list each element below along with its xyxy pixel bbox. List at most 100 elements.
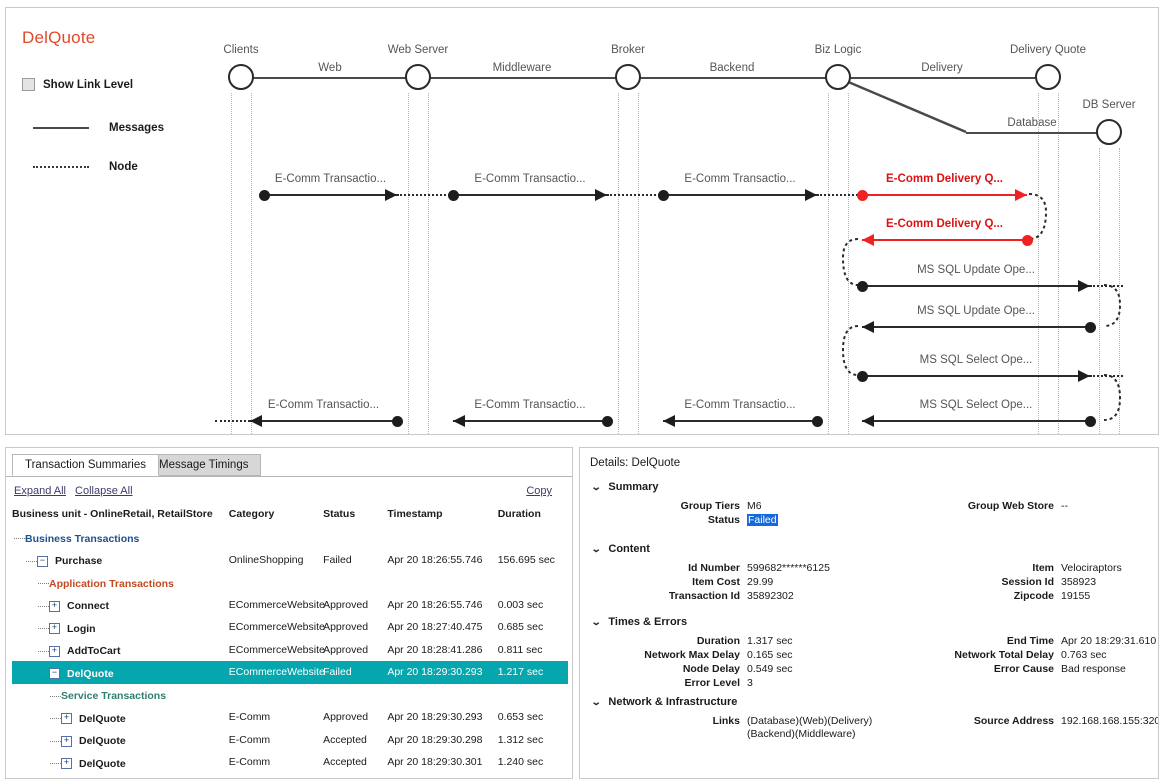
node-label-broker: Broker xyxy=(611,44,645,56)
message-arrowhead-2 xyxy=(805,188,817,201)
section-title: Network & Infrastructure xyxy=(608,696,738,708)
hop-connector-4 xyxy=(1090,375,1123,377)
message-line-10[interactable] xyxy=(453,420,607,422)
cell-name: + DelQuote xyxy=(12,751,229,774)
message-line-2[interactable] xyxy=(663,194,817,196)
hop-connector-1 xyxy=(607,194,663,196)
field-label: Error Level xyxy=(684,677,740,689)
field-value: (Database)(Web)(Delivery) (Backend)(Middl… xyxy=(747,715,873,741)
node-circle-broker[interactable] xyxy=(615,64,641,90)
tier-link-line-0 xyxy=(241,77,418,79)
message-line-5[interactable] xyxy=(862,285,1090,287)
sequence-diagram-panel: DelQuote Show Link Level Messages Node C… xyxy=(5,7,1159,435)
field-label: Item xyxy=(1032,562,1054,574)
table-group-row[interactable]: Business Transactions xyxy=(12,526,568,549)
tree-connector xyxy=(50,763,61,764)
cell-category: E-Comm xyxy=(228,756,271,769)
table-row[interactable]: − DelQuote ECommerceWebsite Failed Apr 20 18… xyxy=(12,661,568,684)
show-link-level-checkbox[interactable] xyxy=(22,78,35,91)
chevron-down-icon[interactable]: ⌄ xyxy=(591,482,602,493)
table-row[interactable]: + Connect ECommerceWebsite Approved Apr 20 1… xyxy=(12,594,568,617)
chevron-down-icon[interactable]: ⌄ xyxy=(591,617,602,628)
message-line-1[interactable] xyxy=(453,194,607,196)
node-circle-delivery[interactable] xyxy=(1035,64,1061,90)
section-header-times-errors[interactable]: ⌄ Times & Errors xyxy=(591,616,1148,628)
expand-node-icon[interactable]: + xyxy=(49,600,60,612)
lifeline-db xyxy=(1119,148,1120,434)
column-header-business-unit[interactable]: Business unit - OnlineRetail, RetailStor… xyxy=(12,506,229,526)
tree-connector xyxy=(38,628,49,629)
cell-duration: 1.217 sec xyxy=(497,661,568,684)
table-row[interactable]: + DelQuote E-Comm Accepted Apr 20 18:29:30.2… xyxy=(12,729,568,752)
field-label: Network Max Delay xyxy=(644,649,740,661)
table-row[interactable]: + DelQuote E-Comm Accepted Apr 20 18:29:30.3… xyxy=(12,751,568,774)
field-value: 29.99 xyxy=(747,576,774,588)
field-value: 0.165 sec xyxy=(747,649,793,661)
table-row[interactable]: + DelQuote E-Comm Approved Apr 20 18:29:30.2… xyxy=(12,706,568,729)
expand-node-icon[interactable]: + xyxy=(61,735,72,747)
column-header-category[interactable]: Category xyxy=(229,506,323,526)
copy-link[interactable]: Copy xyxy=(526,485,552,497)
message-arrowhead-0 xyxy=(385,188,397,201)
field-value: -- xyxy=(1061,500,1068,512)
table-row[interactable]: + Login ECommerceWebsite Approved Apr 20 18:… xyxy=(12,616,568,639)
table-group-row[interactable]: Application Transactions xyxy=(12,571,568,594)
expand-all-link[interactable]: Expand All xyxy=(14,485,66,497)
column-header-timestamp[interactable]: Timestamp xyxy=(387,506,497,526)
chevron-down-icon[interactable]: ⌄ xyxy=(591,697,602,708)
section-title: Content xyxy=(608,543,650,555)
table-row[interactable]: − Purchase OnlineShopping Failed Apr 20 18:2… xyxy=(12,549,568,572)
message-line-3[interactable] xyxy=(862,194,1027,196)
expand-node-icon[interactable]: + xyxy=(49,623,60,634)
message-line-8[interactable] xyxy=(862,420,1090,422)
message-line-11[interactable] xyxy=(250,420,397,422)
table-group-row[interactable]: Service Transactions xyxy=(12,684,568,707)
cell-timestamp: Apr 20 18:29:30.293 xyxy=(387,661,498,684)
hop-connector-5 xyxy=(215,420,250,422)
cell-timestamp: Apr 20 18:29:30.310 xyxy=(387,774,497,775)
group-label: Application Transactions xyxy=(49,577,174,590)
message-line-0[interactable] xyxy=(264,194,397,196)
node-circle-clients[interactable] xyxy=(228,64,254,90)
section-header-network-infrastructure[interactable]: ⌄ Network & Infrastructure xyxy=(591,696,1148,708)
chevron-down-icon[interactable]: ⌄ xyxy=(591,544,602,555)
collapse-node-icon[interactable]: − xyxy=(37,555,48,567)
link-label-3: Delivery xyxy=(921,62,963,74)
cell-name: + Connect xyxy=(12,594,229,617)
table-row[interactable]: +DelQuoteE-CommFailedApr 20 18:29:30.310… xyxy=(12,774,568,775)
show-link-level-checkbox-row[interactable]: Show Link Level xyxy=(22,78,133,91)
node-circle-db[interactable] xyxy=(1096,119,1122,145)
expand-node-icon[interactable]: + xyxy=(49,645,60,657)
tier-link-line-1 xyxy=(418,77,628,79)
message-line-9[interactable] xyxy=(663,420,817,422)
collapse-all-link[interactable]: Collapse All xyxy=(75,485,132,497)
cell-status: Accepted xyxy=(323,756,367,769)
section-header-content[interactable]: ⌄ Content xyxy=(591,543,1148,555)
table-row[interactable]: + AddToCart ECommerceWebsite Approved Apr 20… xyxy=(12,639,568,662)
column-header-duration[interactable]: Duration xyxy=(498,506,568,526)
tab-transaction-summaries[interactable]: Transaction Summaries xyxy=(12,454,160,476)
message-line-6[interactable] xyxy=(862,326,1090,328)
expand-node-icon[interactable]: + xyxy=(61,713,72,724)
message-line-7[interactable] xyxy=(862,375,1090,377)
cell-timestamp: Apr 20 18:28:41.286 xyxy=(387,643,483,656)
tab-message-timings[interactable]: Message Timings xyxy=(146,454,262,476)
expand-node-icon[interactable]: + xyxy=(61,758,72,769)
message-origin-dot-10 xyxy=(601,415,613,427)
node-circle-biz[interactable] xyxy=(825,64,851,90)
transaction-name: Purchase xyxy=(55,555,103,567)
collapse-node-icon[interactable]: − xyxy=(49,668,60,679)
group-label-cell: Service Transactions xyxy=(12,684,568,707)
message-origin-dot-9 xyxy=(811,415,823,427)
node-circle-web[interactable] xyxy=(405,64,431,90)
section-fields-summary: Group Tiers M6 Group Web Store -- Status Fail… xyxy=(600,500,1148,526)
section-header-summary[interactable]: ⌄ Summary xyxy=(591,481,1148,493)
column-header-status[interactable]: Status xyxy=(323,506,387,526)
message-line-4[interactable] xyxy=(862,239,1027,241)
transaction-table-scroll[interactable]: Business unit - OnlineRetail, RetailStor… xyxy=(12,506,568,774)
field-label: Item Cost xyxy=(692,576,740,588)
lifeline-web xyxy=(408,93,409,434)
cell-timestamp: Apr 20 18:27:40.475 xyxy=(387,621,483,634)
legend-messages: Messages xyxy=(33,122,164,134)
field-value: Bad response xyxy=(1061,663,1126,675)
